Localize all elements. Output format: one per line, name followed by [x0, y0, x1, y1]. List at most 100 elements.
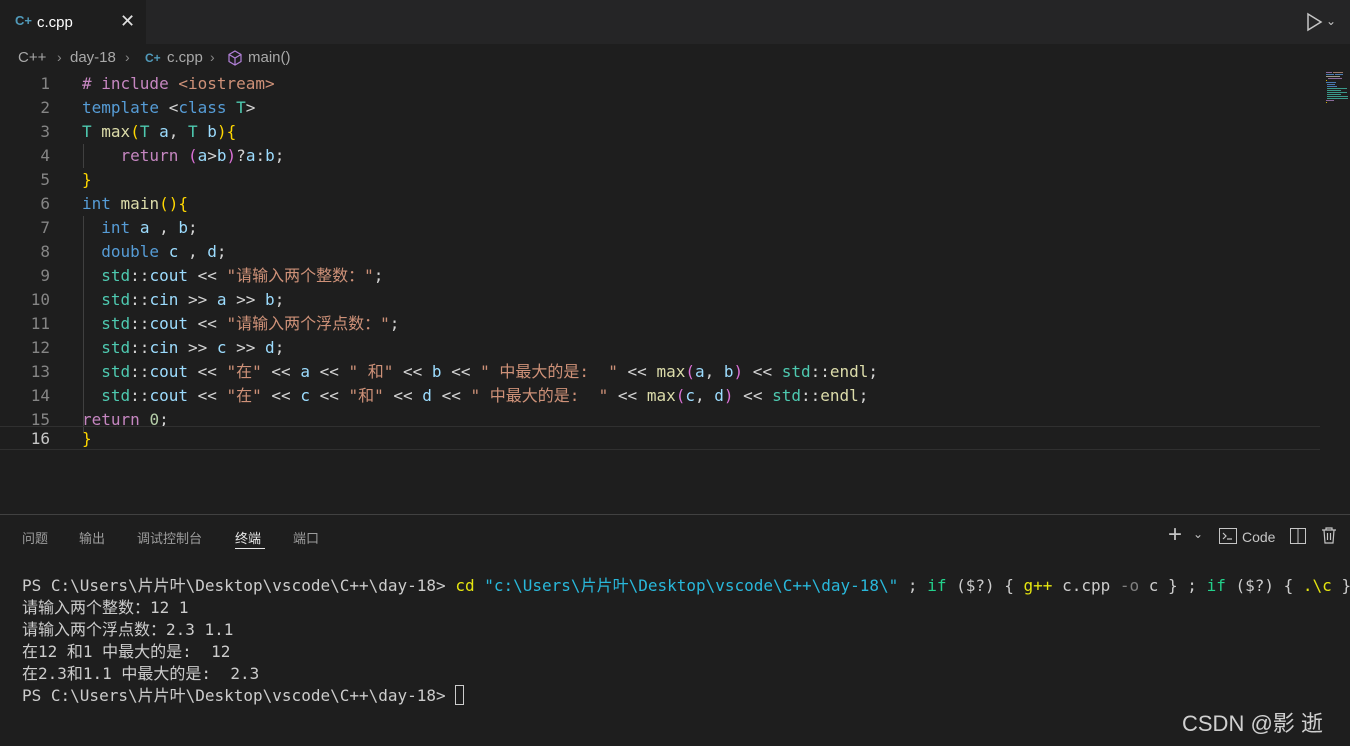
terminal-output[interactable]: PS C:\Users\片片叶\Desktop\vscode\C++\day-1… [22, 575, 1350, 707]
code-line-text: std::cout << "在" << a << " 和" << b << " … [101, 362, 879, 381]
cmd-tail: c } ; [1139, 576, 1207, 595]
code-line: 4 return (a>b)?a:b; [0, 144, 1320, 168]
cmd-args: c.cpp [1052, 576, 1120, 595]
code-line: 10 std::cin >> a >> b; [0, 288, 1320, 312]
bottom-panel: 问题 输出 调试控制台 终端 端口 + ⌄ Code PS C:\Users\片… [0, 514, 1350, 746]
code-line: 13 std::cout << "在" << a << " 和" << b <<… [0, 360, 1320, 384]
line-number: 11 [30, 314, 50, 333]
code-line: 8 double c , d; [0, 240, 1320, 264]
line-number: 7 [40, 218, 50, 237]
code-line-text: int main(){ [82, 194, 188, 213]
code-line: 12 std::cin >> c >> d; [0, 336, 1320, 360]
editor-tab-bar: C+ c.cpp ✕ ⌄ [0, 0, 1350, 44]
terminal-cursor [455, 685, 465, 705]
code-line-text: } [82, 170, 92, 189]
tab-c-cpp[interactable]: C+ c.cpp ✕ [0, 0, 146, 44]
tab-output[interactable]: 输出 [79, 528, 105, 547]
tab-problems[interactable]: 问题 [22, 528, 48, 547]
cmd-cond: ($?) { [1225, 576, 1303, 595]
line-number: 2 [40, 98, 50, 117]
chevron-right-icon: › [125, 49, 130, 65]
line-number: 3 [40, 122, 50, 141]
watermark: CSDN @影 逝 [1182, 711, 1323, 736]
chevron-down-icon[interactable]: ⌄ [1193, 527, 1203, 541]
breadcrumb: C++ › day-18 › C+ c.cpp › main() [0, 44, 1350, 72]
code-line-text: # include <iostream> [82, 74, 275, 93]
code-line-text: std::cin >> c >> d; [101, 338, 285, 357]
code-line: 3 T max(T a, T b){ [0, 120, 1320, 144]
cmd-tail: } [1331, 576, 1350, 595]
tab-terminal[interactable]: 终端 [235, 528, 261, 547]
terminal-output-line: 在12 和1 中最大的是: 12 [22, 642, 231, 661]
code-label[interactable]: Code [1242, 529, 1275, 545]
line-number: 5 [40, 170, 50, 189]
terminal-prompt: PS C:\Users\片片叶\Desktop\vscode\C++\day-1… [22, 686, 456, 705]
cmd-gpp: g++ [1023, 576, 1053, 595]
code-line: 2 template <class T> [0, 96, 1320, 120]
terminal-output-line: 请输入两个整数：12 1 [22, 598, 189, 617]
code-line-text: std::cout << "请输入两个整数："; [101, 266, 384, 285]
code-line-text: int a , b; [101, 218, 198, 237]
code-line-text: template <class T> [82, 98, 256, 117]
code-line-text: double c , d; [101, 242, 227, 261]
code-line: 1 # include <iostream> [0, 72, 1320, 96]
code-line: 11 std::cout << "请输入两个浮点数："; [0, 312, 1320, 336]
chevron-down-icon[interactable]: ⌄ [1326, 14, 1336, 28]
cpp-file-icon: C+ [145, 51, 161, 65]
code-line: 9 std::cout << "请输入两个整数："; [0, 264, 1320, 288]
cmd-path: "c:\Users\片片叶\Desktop\vscode\C++\day-18\… [484, 576, 899, 595]
tab-debug-console[interactable]: 调试控制台 [137, 528, 202, 547]
code-line: 6 int main(){ [0, 192, 1320, 216]
line-number: 12 [30, 338, 50, 357]
add-terminal-icon[interactable]: + [1168, 521, 1182, 549]
trash-icon[interactable] [1321, 527, 1337, 544]
code-line-text: std::cout << "在" << c << "和" << d << " 中… [101, 386, 869, 405]
chevron-right-icon: › [57, 49, 62, 65]
terminal-prompt: PS C:\Users\片片叶\Desktop\vscode\C++\day-1… [22, 576, 456, 595]
cmd-cond: ($?) { [946, 576, 1024, 595]
terminal-prompt-line: PS C:\Users\片片叶\Desktop\vscode\C++\day-1… [22, 685, 1342, 707]
line-number: 14 [30, 386, 50, 405]
cube-icon [228, 50, 242, 66]
tab-label: c.cpp [37, 14, 73, 31]
line-number: 8 [40, 242, 50, 261]
minimap[interactable] [1326, 72, 1348, 104]
split-icon[interactable] [1290, 528, 1306, 544]
code-line-current: 16 } [0, 426, 1320, 450]
breadcrumb-item-day-folder[interactable]: day-18 [70, 49, 116, 66]
cpp-file-icon: C+ [15, 13, 32, 28]
cmd-if: if [927, 576, 947, 595]
cmd-exec: .\c [1302, 576, 1332, 595]
code-editor[interactable]: 1 # include <iostream> 2 template <class… [0, 72, 1350, 514]
line-number: 13 [30, 362, 50, 381]
close-icon[interactable]: ✕ [120, 11, 135, 32]
line-number: 9 [40, 266, 50, 285]
chevron-right-icon: › [210, 49, 215, 65]
run-icon[interactable] [1304, 12, 1324, 32]
cmd-sep: ; [898, 576, 928, 595]
code-line-text: std::cin >> a >> b; [101, 290, 285, 309]
breadcrumb-item-file[interactable]: c.cpp [167, 49, 203, 66]
terminal-icon[interactable] [1219, 528, 1237, 544]
breadcrumb-item-symbol[interactable]: main() [248, 49, 291, 66]
cmd-cd: cd [455, 576, 475, 595]
line-number: 6 [40, 194, 50, 213]
code-line-text: T max(T a, T b){ [82, 122, 237, 141]
code-line-text: return (a>b)?a:b; [120, 146, 285, 165]
breadcrumb-item-cpp-folder[interactable]: C++ [18, 49, 46, 66]
panel-tab-bar: 问题 输出 调试控制台 终端 端口 + ⌄ Code [0, 515, 1350, 557]
cmd-if: if [1206, 576, 1226, 595]
code-line: 14 std::cout << "在" << c << "和" << d << … [0, 384, 1320, 408]
cmd-flag: -o [1119, 576, 1140, 595]
active-tab-indicator [235, 548, 265, 549]
line-number: 10 [30, 290, 50, 309]
terminal-output-line: 在2.3和1.1 中最大的是: 2.3 [22, 664, 260, 683]
line-number: 16 [30, 429, 50, 448]
code-line: 7 int a , b; [0, 216, 1320, 240]
terminal-command-line: PS C:\Users\片片叶\Desktop\vscode\C++\day-1… [22, 575, 1350, 597]
tab-ports[interactable]: 端口 [293, 528, 319, 547]
line-number: 1 [40, 74, 50, 93]
code-line: 5 } [0, 168, 1320, 192]
code-line-text: } [82, 429, 92, 448]
code-line-text: std::cout << "请输入两个浮点数："; [101, 314, 400, 333]
